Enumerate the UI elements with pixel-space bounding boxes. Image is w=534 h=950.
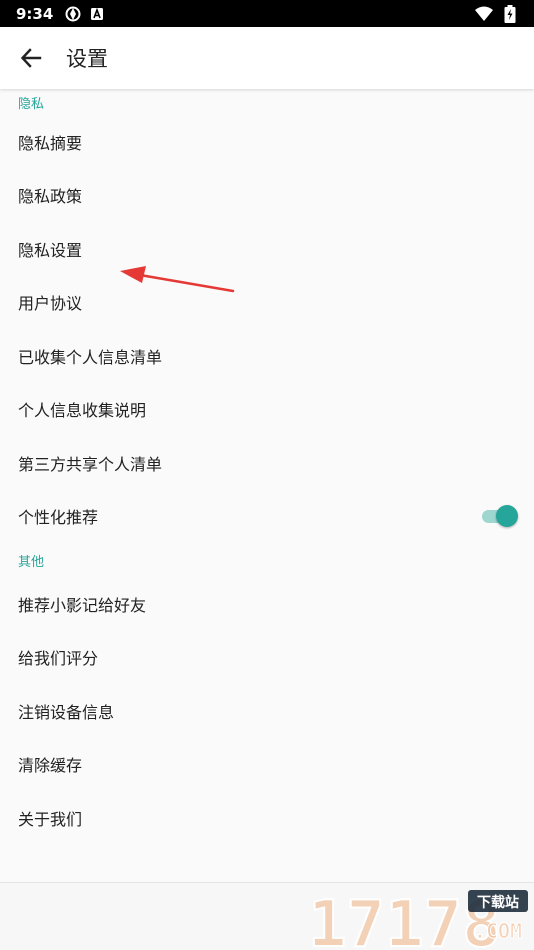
keyboard-notification-icon	[89, 6, 105, 22]
item-label: 用户协议	[18, 294, 83, 314]
wifi-icon	[474, 6, 494, 22]
item-label: 隐私政策	[18, 187, 83, 207]
item-label: 第三方共享个人清单	[18, 454, 163, 474]
item-recommend-to-friends[interactable]: 推荐小影记给好友	[0, 577, 534, 631]
app-notification-icon	[65, 6, 81, 22]
status-time: 9:34	[16, 4, 54, 23]
item-third-party-sharing-list[interactable]: 第三方共享个人清单	[0, 436, 534, 490]
item-privacy-summary[interactable]: 隐私摘要	[0, 115, 534, 169]
item-label: 给我们评分	[18, 649, 99, 669]
section-header-privacy: 隐私	[18, 96, 45, 112]
arrow-back-icon	[20, 48, 42, 68]
status-right	[474, 4, 518, 23]
item-personalized-recommendation[interactable]: 个性化推荐	[0, 490, 534, 544]
item-label: 个人信息收集说明	[18, 401, 147, 421]
item-clear-cache[interactable]: 清除缓存	[0, 738, 534, 792]
item-privacy-settings[interactable]: 隐私设置	[0, 222, 534, 276]
item-rate-us[interactable]: 给我们评分	[0, 631, 534, 685]
item-info-collection-notice[interactable]: 个人信息收集说明	[0, 383, 534, 437]
item-label: 关于我们	[18, 809, 83, 829]
item-user-agreement[interactable]: 用户协议	[0, 276, 534, 330]
item-privacy-policy[interactable]: 隐私政策	[0, 169, 534, 223]
item-collected-info-list[interactable]: 已收集个人信息清单	[0, 329, 534, 383]
status-bar: 9:34	[0, 0, 534, 27]
item-about-us[interactable]: 关于我们	[0, 791, 534, 845]
section-header-other: 其他	[18, 554, 45, 570]
item-label: 隐私设置	[18, 240, 83, 260]
settings-list: 隐私 隐私摘要 隐私政策 隐私设置 用户协议 已收集个人信息清单 个人信息收集说…	[0, 89, 534, 882]
item-deregister-device[interactable]: 注销设备信息	[0, 684, 534, 738]
watermark-domain: .COM	[474, 919, 522, 943]
item-label: 推荐小影记给好友	[18, 595, 147, 615]
app-bar: 设置	[0, 27, 534, 89]
watermark-tag: 下载站	[477, 894, 519, 911]
item-label: 清除缓存	[18, 756, 83, 776]
item-label: 隐私摘要	[18, 133, 83, 153]
personalized-recommendation-toggle[interactable]	[480, 505, 518, 528]
screen: 9:34 设置 隐私 隐私摘要 隐私政策 隐私设置 用户协议 已收集个人信息清单…	[0, 0, 534, 950]
back-button[interactable]	[0, 27, 62, 89]
watermark-logo: 17178 下载站 .COM	[308, 888, 528, 950]
toggle-thumb	[496, 505, 518, 528]
item-label: 个性化推荐	[18, 508, 99, 528]
battery-charging-icon	[502, 4, 518, 23]
page-title: 设置	[66, 47, 108, 71]
item-label: 已收集个人信息清单	[18, 347, 163, 367]
item-label: 注销设备信息	[18, 702, 115, 722]
